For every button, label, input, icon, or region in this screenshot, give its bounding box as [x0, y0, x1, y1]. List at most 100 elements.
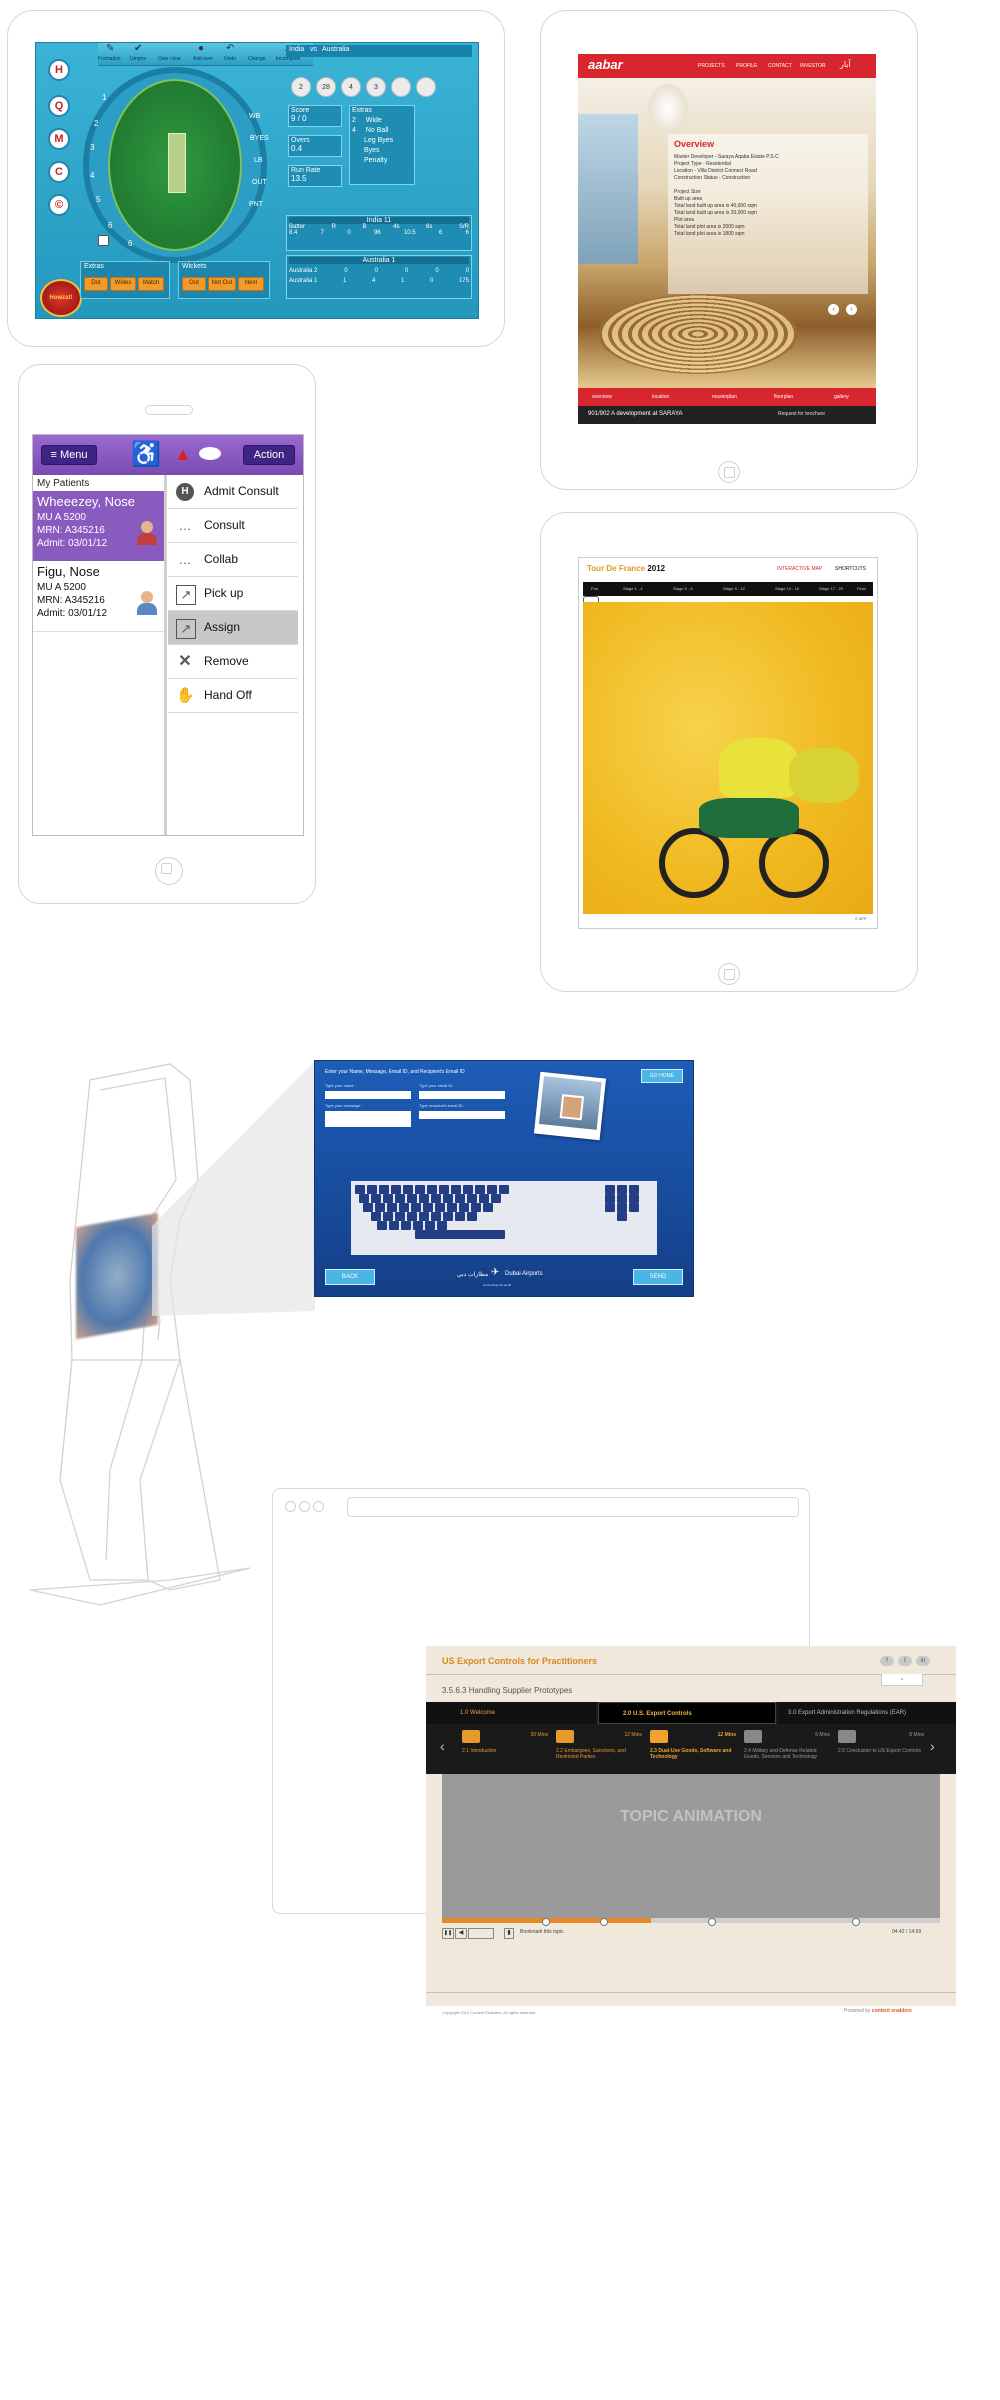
- lesson-card[interactable]: 8 Mins 2.5 Conclusion to US Export Contr…: [838, 1730, 924, 1770]
- keyboard-key[interactable]: [411, 1203, 421, 1212]
- keyboard-key[interactable]: [407, 1194, 417, 1203]
- field-checkbox[interactable]: [98, 235, 109, 246]
- numpad-key[interactable]: [617, 1185, 627, 1194]
- ball-1[interactable]: 2: [291, 77, 311, 97]
- keyboard-key[interactable]: [439, 1185, 449, 1194]
- menu-icon[interactable]: M: [48, 128, 70, 150]
- keyboard-key[interactable]: [437, 1221, 447, 1230]
- next-button[interactable]: Next: [238, 277, 264, 291]
- info-icon[interactable]: ©: [48, 194, 70, 216]
- chevron-right-icon[interactable]: ›: [930, 1738, 935, 1754]
- keyboard-key[interactable]: [455, 1212, 465, 1221]
- keyboard-key[interactable]: [391, 1185, 401, 1194]
- label-out[interactable]: OUT: [252, 179, 267, 186]
- action-pick-up[interactable]: ↗ Pick up: [168, 577, 298, 611]
- tab-welcome[interactable]: 1.0 Welcome: [426, 1702, 596, 1724]
- out-button[interactable]: Out: [182, 277, 206, 291]
- stage-tab[interactable]: Stage 5 - 8: [673, 586, 693, 591]
- keyboard-key[interactable]: [475, 1185, 485, 1194]
- numpad-key[interactable]: [605, 1185, 615, 1194]
- keyboard-key[interactable]: [403, 1185, 413, 1194]
- keyboard-key[interactable]: [367, 1185, 377, 1194]
- recipient-input[interactable]: [419, 1111, 505, 1119]
- keyboard-key[interactable]: [399, 1203, 409, 1212]
- twitter-icon[interactable]: t: [898, 1656, 912, 1666]
- nav-contact[interactable]: CONTACT: [768, 63, 792, 69]
- ball-4[interactable]: 3: [366, 77, 386, 97]
- ball-2[interactable]: 28: [316, 77, 336, 97]
- keyboard-key[interactable]: [467, 1212, 477, 1221]
- menu-button[interactable]: ≡ Menu: [41, 445, 97, 465]
- action-assign[interactable]: ↗ Assign: [168, 611, 298, 645]
- stage-tab[interactable]: Stage 13 - 16: [775, 586, 799, 591]
- action-admit-consult[interactable]: H Admit Consult: [168, 475, 298, 509]
- patient-row-selected[interactable]: Wheeezey, Nose MU A 5200 MRN: A345216 Ad…: [33, 491, 164, 561]
- stage-tab[interactable]: Stage 1 - 4: [623, 586, 643, 591]
- label-lb[interactable]: LB: [254, 157, 263, 164]
- keyboard-key[interactable]: [447, 1203, 457, 1212]
- prev-arrow-icon[interactable]: ‹: [828, 304, 839, 315]
- label-byes[interactable]: BYES: [250, 135, 269, 142]
- numpad-key[interactable]: [617, 1203, 627, 1212]
- field-pos-4[interactable]: 4: [90, 171, 94, 180]
- keyboard-key[interactable]: [419, 1212, 429, 1221]
- keyboard-key[interactable]: [415, 1185, 425, 1194]
- stage-tab[interactable]: Prol: [591, 586, 598, 591]
- keyboard-key[interactable]: [383, 1194, 393, 1203]
- facebook-icon[interactable]: f: [880, 1656, 894, 1666]
- keyboard-key[interactable]: [407, 1212, 417, 1221]
- home-icon[interactable]: H: [48, 59, 70, 81]
- keyboard-key[interactable]: [487, 1185, 497, 1194]
- keyboard-key[interactable]: [401, 1221, 411, 1230]
- nav-profile[interactable]: PROFILE: [736, 63, 757, 69]
- action-collab[interactable]: … Collab: [168, 543, 298, 577]
- send-button[interactable]: SEND: [633, 1269, 683, 1285]
- keyboard-key[interactable]: [499, 1185, 509, 1194]
- keyboard-key[interactable]: [419, 1194, 429, 1203]
- home-button[interactable]: [718, 963, 740, 985]
- lesson-card[interactable]: 5 Mins 2.4 Military and Defense Related …: [744, 1730, 830, 1770]
- keyboard-key[interactable]: [459, 1203, 469, 1212]
- numpad-key[interactable]: [629, 1185, 639, 1194]
- keyboard-key[interactable]: [423, 1203, 433, 1212]
- keyboard-key[interactable]: [431, 1212, 441, 1221]
- label-wb[interactable]: WB: [249, 113, 260, 120]
- search-icon[interactable]: Q: [48, 95, 70, 117]
- space-key[interactable]: [415, 1230, 505, 1239]
- toolbar-change[interactable]: Change: [248, 56, 266, 62]
- numpad-key[interactable]: [617, 1194, 627, 1203]
- keyboard-key[interactable]: [483, 1203, 493, 1212]
- message-input[interactable]: [325, 1111, 411, 1127]
- action-remove[interactable]: ✕ Remove: [168, 645, 298, 679]
- lesson-card[interactable]: 30 Mins 2.1 Introduction: [462, 1730, 548, 1770]
- keyboard-key[interactable]: [413, 1221, 423, 1230]
- toolbar-undo[interactable]: Undo: [224, 56, 236, 62]
- keyboard-key[interactable]: [395, 1194, 405, 1203]
- chevron-left-icon[interactable]: ‹: [440, 1738, 445, 1754]
- bookmark-marker[interactable]: [600, 1918, 608, 1926]
- keyboard-key[interactable]: [451, 1185, 461, 1194]
- progress-track[interactable]: [442, 1918, 940, 1923]
- back-button[interactable]: BACK: [325, 1269, 375, 1285]
- field-bottom-6[interactable]: 6: [128, 239, 132, 248]
- address-bar[interactable]: [347, 1497, 799, 1517]
- home-button[interactable]: [155, 857, 183, 885]
- keyboard-key[interactable]: [355, 1185, 365, 1194]
- field-pos-5[interactable]: 5: [96, 195, 100, 204]
- keyboard-key[interactable]: [471, 1203, 481, 1212]
- email-input[interactable]: [419, 1091, 505, 1099]
- keyboard-key[interactable]: [363, 1203, 373, 1212]
- ball-6[interactable]: [416, 77, 436, 97]
- ball-5[interactable]: [391, 77, 411, 97]
- field-pos-3[interactable]: 3: [90, 143, 94, 152]
- nav-projects[interactable]: PROJECTS: [698, 63, 725, 69]
- toolbar-add-over[interactable]: Add over: [193, 56, 213, 62]
- keyboard-key[interactable]: [455, 1194, 465, 1203]
- lesson-card[interactable]: 12 Mins 2.2 Embargoes, Sanctions, and Re…: [556, 1730, 642, 1770]
- home-button[interactable]: [718, 461, 740, 483]
- lesson-card-active[interactable]: 12 Mins 2.3 Dual-Use Goods, Software and…: [650, 1730, 736, 1770]
- keyboard-key[interactable]: [427, 1185, 437, 1194]
- bookmark-label[interactable]: Bookmark this topic: [520, 1929, 564, 1935]
- action-consult[interactable]: … Consult: [168, 509, 298, 543]
- name-input[interactable]: [325, 1091, 411, 1099]
